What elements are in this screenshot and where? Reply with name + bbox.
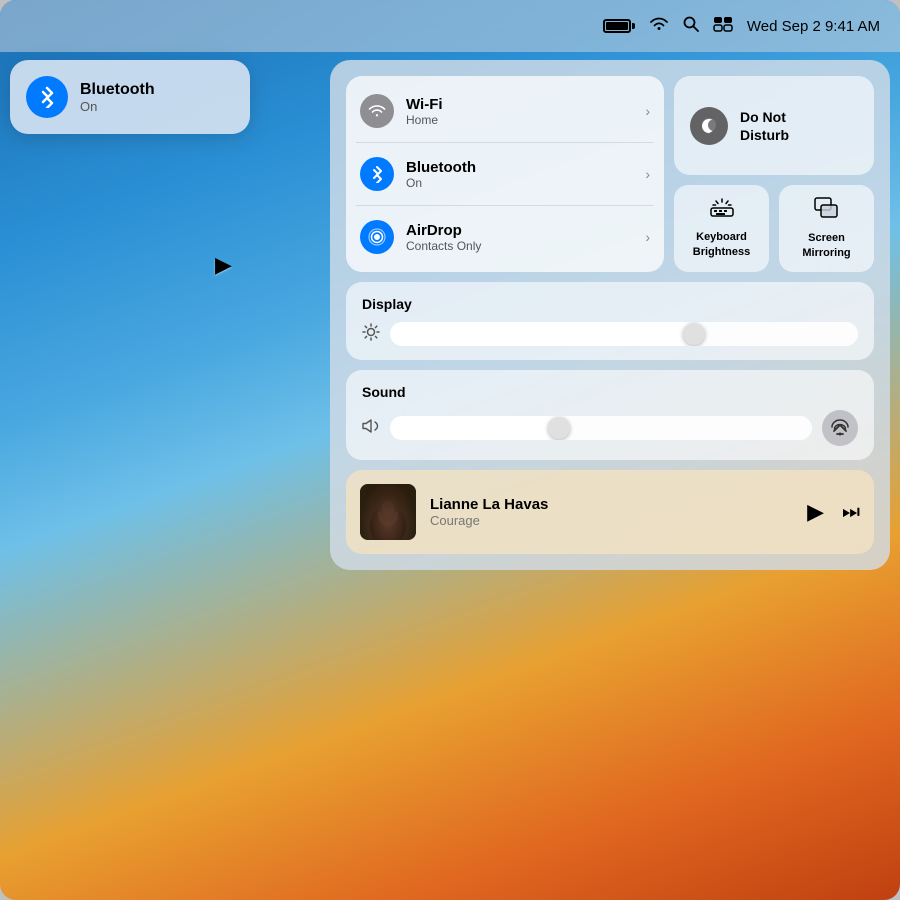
dnd-tile[interactable]: Do NotDisturb bbox=[674, 76, 874, 175]
airdrop-row[interactable]: AirDrop Contacts Only › bbox=[360, 216, 650, 258]
network-divider-2 bbox=[356, 205, 654, 206]
sound-slider-row bbox=[362, 410, 858, 446]
wifi-menubar-icon[interactable] bbox=[649, 16, 669, 37]
wifi-name: Wi-Fi bbox=[406, 96, 443, 113]
menubar-right: Wed Sep 2 9:41 AM bbox=[603, 16, 880, 37]
control-center: Wi-Fi Home › bbox=[330, 60, 890, 570]
track-name: Lianne La Havas bbox=[430, 496, 793, 513]
screen-mirroring-icon bbox=[814, 197, 840, 225]
playback-controls: ▶ ⏭ bbox=[807, 499, 860, 525]
airdrop-sub: Contacts Only bbox=[406, 239, 481, 253]
display-section: Display bbox=[346, 282, 874, 360]
bluetooth-icon bbox=[360, 157, 394, 191]
bluetooth-bubble[interactable]: Bluetooth On bbox=[10, 60, 250, 134]
airdrop-icon bbox=[360, 220, 394, 254]
battery-tip bbox=[632, 23, 635, 29]
wifi-icon bbox=[360, 94, 394, 128]
network-divider-1 bbox=[356, 142, 654, 143]
battery-icon bbox=[603, 19, 635, 33]
keyboard-brightness-label: Keyboard Brightness bbox=[686, 230, 757, 259]
track-artist: Courage bbox=[430, 513, 793, 528]
sound-title: Sound bbox=[362, 384, 858, 400]
cursor: ▶ bbox=[215, 252, 232, 278]
airplay-button[interactable] bbox=[822, 410, 858, 446]
skip-button[interactable]: ⏭ bbox=[842, 501, 860, 524]
network-tile[interactable]: Wi-Fi Home › bbox=[346, 76, 664, 272]
right-tiles: Do NotDisturb bbox=[674, 76, 874, 272]
display-slider[interactable] bbox=[390, 322, 858, 346]
volume-icon bbox=[362, 419, 380, 438]
bluetooth-bubble-info: Bluetooth On bbox=[80, 81, 234, 114]
now-playing: Lianne La Havas Courage ▶ ⏭ bbox=[346, 470, 874, 554]
cc-top-row: Wi-Fi Home › bbox=[346, 76, 874, 272]
battery-fill bbox=[606, 22, 628, 30]
control-center-menubar-icon[interactable] bbox=[713, 16, 733, 37]
small-tiles: Keyboard Brightness Screen Mirroring bbox=[674, 185, 874, 272]
bluetooth-info: Bluetooth On bbox=[406, 159, 476, 190]
bluetooth-bubble-title: Bluetooth bbox=[80, 81, 234, 99]
track-info: Lianne La Havas Courage bbox=[430, 496, 793, 528]
bluetooth-bubble-subtitle: On bbox=[80, 99, 234, 114]
battery-body bbox=[603, 19, 631, 33]
screen-mirroring-label: Screen Mirroring bbox=[791, 231, 862, 260]
dnd-label: Do NotDisturb bbox=[740, 108, 789, 144]
display-slider-row bbox=[362, 322, 858, 346]
album-art bbox=[360, 484, 416, 540]
bluetooth-chevron: › bbox=[645, 166, 650, 182]
screen-mirroring-tile[interactable]: Screen Mirroring bbox=[779, 185, 874, 272]
airdrop-info: AirDrop Contacts Only bbox=[406, 222, 481, 253]
keyboard-brightness-icon bbox=[709, 198, 735, 224]
display-title: Display bbox=[362, 296, 858, 312]
dnd-icon bbox=[690, 107, 728, 145]
bluetooth-bubble-icon bbox=[26, 76, 68, 118]
bluetooth-row[interactable]: Bluetooth On › bbox=[360, 153, 650, 195]
bluetooth-name: Bluetooth bbox=[406, 159, 476, 176]
wifi-info: Wi-Fi Home bbox=[406, 96, 443, 127]
sound-section: Sound bbox=[346, 370, 874, 460]
search-menubar-icon[interactable] bbox=[683, 16, 699, 37]
wifi-sub: Home bbox=[406, 113, 443, 127]
menubar: Wed Sep 2 9:41 AM bbox=[0, 0, 900, 52]
wifi-row[interactable]: Wi-Fi Home › bbox=[360, 90, 650, 132]
sound-slider[interactable] bbox=[390, 416, 812, 440]
wifi-chevron: › bbox=[645, 103, 650, 119]
keyboard-brightness-tile[interactable]: Keyboard Brightness bbox=[674, 185, 769, 272]
brightness-icon bbox=[362, 323, 380, 346]
play-button[interactable]: ▶ bbox=[807, 499, 824, 525]
airdrop-name: AirDrop bbox=[406, 222, 481, 239]
bluetooth-sub: On bbox=[406, 176, 476, 190]
mac-screen: Wed Sep 2 9:41 AM Bluetooth On ▶ bbox=[0, 0, 900, 900]
menubar-datetime: Wed Sep 2 9:41 AM bbox=[747, 18, 880, 35]
airdrop-chevron: › bbox=[645, 229, 650, 245]
